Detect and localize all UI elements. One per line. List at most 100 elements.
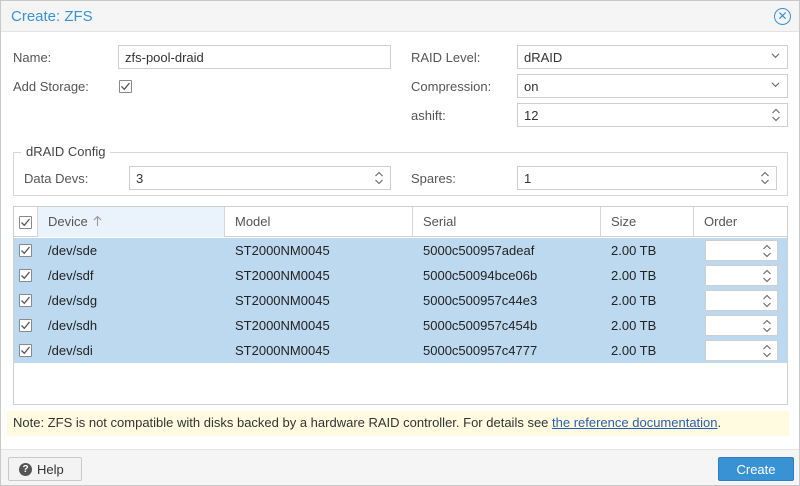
raid-level-value: dRAID <box>524 50 563 65</box>
raid-level-select[interactable]: dRAID <box>517 45 788 69</box>
cell-device: /dev/sdg <box>48 293 98 308</box>
cell-device: /dev/sdi <box>48 343 93 358</box>
cell-device: /dev/sdf <box>48 268 94 283</box>
spinner-arrows-icon <box>763 319 771 333</box>
cell-size: 2.00 TB <box>611 243 657 258</box>
column-header-size[interactable]: Size <box>601 207 694 237</box>
data-devs-spinner[interactable]: 3 <box>129 166 391 190</box>
compression-label: Compression: <box>411 79 492 94</box>
cell-model: ST2000NM0045 <box>235 268 330 283</box>
dialog-title: Create: ZFS <box>11 8 93 25</box>
column-header-serial[interactable]: Serial <box>413 207 601 237</box>
row-select-cell[interactable] <box>14 338 38 363</box>
ashift-label: ashift: <box>411 108 446 123</box>
draid-config-legend: dRAID Config <box>21 144 111 159</box>
row-select-cell[interactable] <box>14 263 38 288</box>
row-checkbox[interactable] <box>19 344 32 357</box>
name-input[interactable]: zfs-pool-draid <box>118 45 391 69</box>
order-spinner[interactable] <box>705 265 778 286</box>
close-icon[interactable]: ✕ <box>774 8 791 25</box>
dialog-titlebar: Create: ZFS ✕ <box>1 1 799 32</box>
spinner-arrows-icon <box>763 344 771 358</box>
dialog-footer: ? Help Create <box>1 449 799 485</box>
cell-model: ST2000NM0045 <box>235 343 330 358</box>
arrow-up-icon <box>93 215 102 226</box>
spinner-arrows-icon <box>761 171 769 185</box>
compression-select[interactable]: on <box>517 74 788 98</box>
note-text: Note: ZFS is not compatible with disks b… <box>13 415 553 430</box>
create-button[interactable]: Create <box>718 457 794 481</box>
row-checkbox[interactable] <box>19 294 32 307</box>
spinner-arrows-icon <box>763 244 771 258</box>
table-row[interactable]: /dev/sdh ST2000NM0045 5000c500957c454b 2.00… <box>14 313 787 338</box>
cell-serial: 5000c50094bce06b <box>423 268 538 283</box>
table-row[interactable]: /dev/sde ST2000NM0045 5000c500957adeaf 2.00… <box>14 238 787 263</box>
table-row[interactable]: /dev/sdi ST2000NM0045 5000c500957c4777 2.00… <box>14 338 787 363</box>
reference-documentation-link[interactable]: the reference documentation <box>552 415 718 430</box>
column-header-model[interactable]: Model <box>225 207 413 237</box>
cell-model: ST2000NM0045 <box>235 293 330 308</box>
select-all-header[interactable] <box>14 207 38 237</box>
checkmark-icon <box>21 296 31 305</box>
row-select-cell[interactable] <box>14 288 38 313</box>
spinner-arrows-icon <box>763 269 771 283</box>
column-header-order[interactable]: Order <box>694 207 787 237</box>
cell-size: 2.00 TB <box>611 293 657 308</box>
table-row[interactable]: /dev/sdg ST2000NM0045 5000c500957c44e3 2.00… <box>14 288 787 313</box>
data-devs-label: Data Devs: <box>24 171 89 186</box>
grid-header: Device Model Serial Size Order <box>14 207 787 237</box>
cell-size: 2.00 TB <box>611 343 657 358</box>
column-header-device[interactable]: Device <box>38 207 225 237</box>
spares-value: 1 <box>524 171 532 186</box>
question-circle-icon: ? <box>19 463 32 476</box>
add-storage-checkbox[interactable] <box>119 80 132 93</box>
data-devs-value: 3 <box>136 171 144 186</box>
row-checkbox[interactable] <box>19 319 32 332</box>
disk-grid: Device Model Serial Size Order /dev/sde S… <box>13 206 788 405</box>
cell-device: /dev/sde <box>48 243 98 258</box>
row-checkbox[interactable] <box>19 269 32 282</box>
add-storage-label: Add Storage: <box>13 79 89 94</box>
checkmark-icon <box>21 271 31 280</box>
hardware-raid-note: Note: ZFS is not compatible with disks b… <box>7 411 789 436</box>
cell-serial: 5000c500957c44e3 <box>423 293 538 308</box>
cell-size: 2.00 TB <box>611 268 657 283</box>
chevron-down-icon <box>771 82 780 88</box>
spares-label: Spares: <box>411 171 456 186</box>
column-device-label: Device <box>48 214 88 229</box>
cell-size: 2.00 TB <box>611 318 657 333</box>
checkmark-icon <box>121 82 131 91</box>
spinner-arrows-icon <box>375 171 383 185</box>
help-button[interactable]: ? Help <box>8 457 82 481</box>
checkmark-icon <box>21 246 31 255</box>
ashift-spinner[interactable]: 12 <box>517 103 788 127</box>
spares-spinner[interactable]: 1 <box>517 166 777 190</box>
row-select-cell[interactable] <box>14 238 38 263</box>
cell-serial: 5000c500957c454b <box>423 318 538 333</box>
order-spinner[interactable] <box>705 315 778 336</box>
chevron-down-icon <box>771 53 780 59</box>
order-spinner[interactable] <box>705 290 778 311</box>
cell-model: ST2000NM0045 <box>235 243 330 258</box>
ashift-value: 12 <box>524 108 539 123</box>
compression-value: on <box>524 79 539 94</box>
row-checkbox[interactable] <box>19 244 32 257</box>
cell-serial: 5000c500957c4777 <box>423 343 538 358</box>
row-select-cell[interactable] <box>14 313 38 338</box>
cell-serial: 5000c500957adeaf <box>423 243 535 258</box>
raid-level-label: RAID Level: <box>411 50 481 65</box>
spinner-arrows-icon <box>772 108 780 122</box>
order-spinner[interactable] <box>705 340 778 361</box>
cell-device: /dev/sdh <box>48 318 98 333</box>
help-button-label: Help <box>37 462 64 477</box>
note-suffix: . <box>717 415 722 430</box>
create-zfs-dialog: Create: ZFS ✕ Name: zfs-pool-draid Add S… <box>0 0 800 486</box>
cell-model: ST2000NM0045 <box>235 318 330 333</box>
spinner-arrows-icon <box>763 294 771 308</box>
order-spinner[interactable] <box>705 240 778 261</box>
name-label: Name: <box>13 50 52 65</box>
table-row[interactable]: /dev/sdf ST2000NM0045 5000c50094bce06b 2.00… <box>14 263 787 288</box>
select-all-checkbox[interactable] <box>19 216 32 229</box>
checkmark-icon <box>21 346 31 355</box>
checkmark-icon <box>21 321 31 330</box>
